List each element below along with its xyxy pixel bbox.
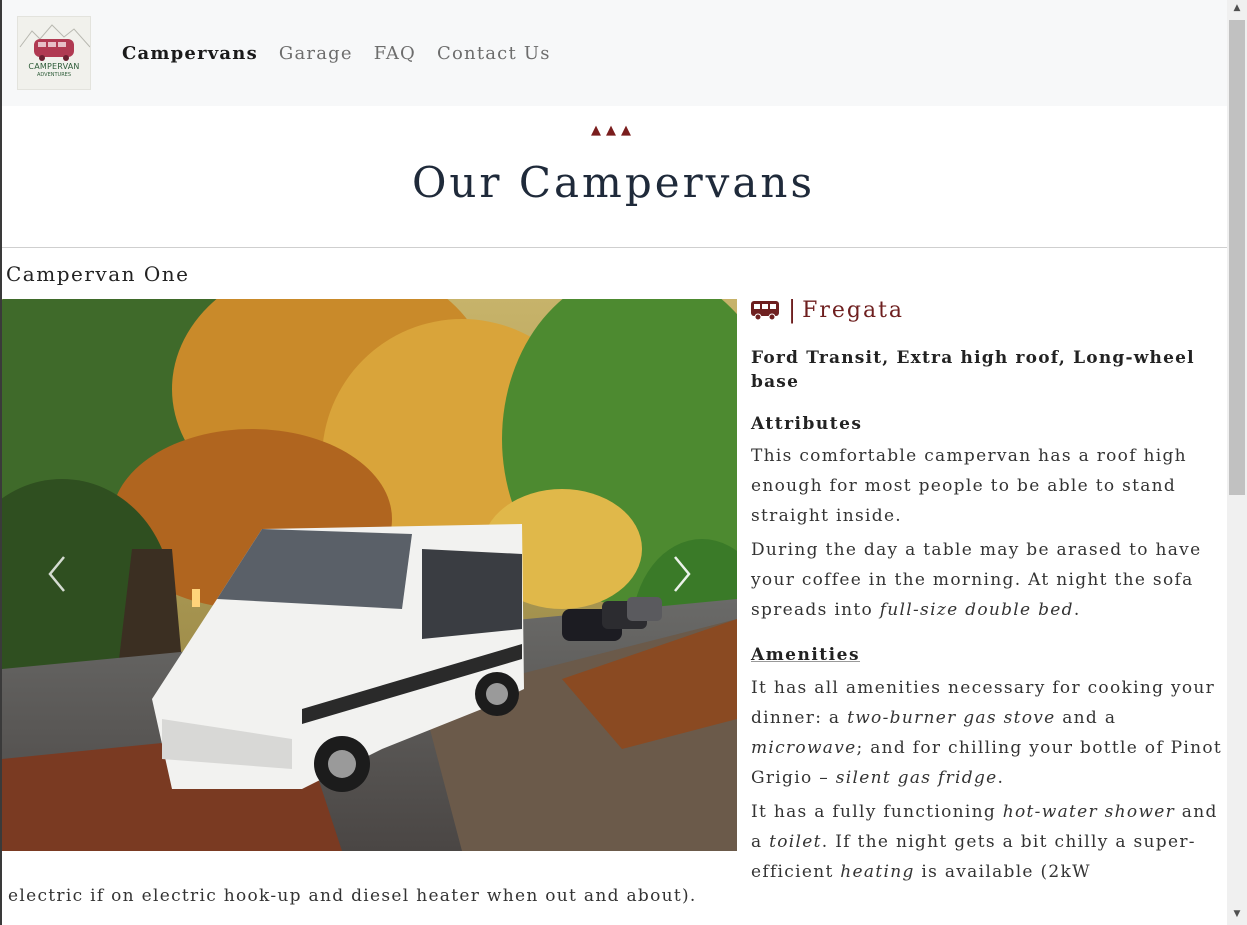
attributes-paragraph-1: This comfortable campervan has a roof hi… (751, 446, 1187, 526)
navbar: CAMPERVAN ADVENTURES Campervans Garage F… (2, 0, 1227, 106)
text-span: and a (1055, 708, 1117, 728)
chevron-left-icon[interactable] (44, 553, 70, 595)
scroll-up-arrow-icon[interactable]: ▲ (1227, 0, 1247, 17)
chevron-right-icon[interactable] (669, 553, 695, 595)
logo-graphic (19, 24, 90, 61)
emphasis: toilet (769, 832, 822, 852)
page-title: Our Campervans (411, 158, 816, 207)
van-model-heading: | Fregata (750, 296, 904, 324)
text-span: It has a fully functioning (751, 802, 1003, 822)
emphasis: heating (840, 862, 915, 882)
text-span: . (997, 768, 1005, 788)
header-ornament: ▲▲▲ (591, 123, 636, 138)
emphasis: silent gas fridge (835, 768, 998, 788)
emphasis: full-size double bed (879, 600, 1074, 620)
nav-link-faq[interactable]: FAQ (374, 43, 416, 64)
nav-link-campervans[interactable]: Campervans (122, 43, 258, 64)
attributes-paragraph-2: During the day a table may be arased to … (751, 535, 1226, 625)
amenities-paragraph-1: It has all amenities necessary for cooki… (751, 673, 1226, 793)
amenities-paragraph-2: It has a fully functioning hot-water sho… (751, 797, 1226, 887)
nav-link-contact[interactable]: Contact Us (437, 43, 551, 64)
nav-links: Campervans Garage FAQ Contact Us (122, 43, 572, 64)
scroll-thumb[interactable] (1229, 20, 1245, 495)
scroll-down-arrow-icon[interactable]: ▼ (1227, 906, 1247, 923)
logo-subtext: ADVENTURES (36, 72, 72, 78)
emphasis: microwave (751, 738, 857, 758)
text-span: is available (2kW (914, 862, 1091, 882)
van-icon (751, 301, 779, 321)
logo-text: CAMPERVAN (28, 62, 80, 71)
image-carousel[interactable] (2, 299, 737, 851)
nav-link-garage[interactable]: Garage (279, 43, 353, 64)
heading-separator: | (788, 296, 797, 324)
amenities-title: Amenities (751, 645, 861, 665)
amenities-paragraph-2-tail: electric if on electric hook-up and dies… (8, 886, 697, 906)
text-span: . (1073, 600, 1081, 620)
attributes-title: Attributes (751, 414, 863, 434)
logo[interactable]: CAMPERVAN ADVENTURES (17, 16, 91, 90)
van-name: Campervan One (6, 262, 190, 286)
scrollbar[interactable]: ▲ ▼ (1227, 0, 1247, 925)
emphasis: two-burner gas stove (847, 708, 1056, 728)
van-photo (2, 299, 737, 851)
divider (2, 247, 1227, 248)
van-model: Fregata (802, 297, 905, 323)
emphasis: hot-water shower (1002, 802, 1176, 822)
van-subtitle: Ford Transit, Extra high roof, Long-whee… (751, 348, 1195, 392)
